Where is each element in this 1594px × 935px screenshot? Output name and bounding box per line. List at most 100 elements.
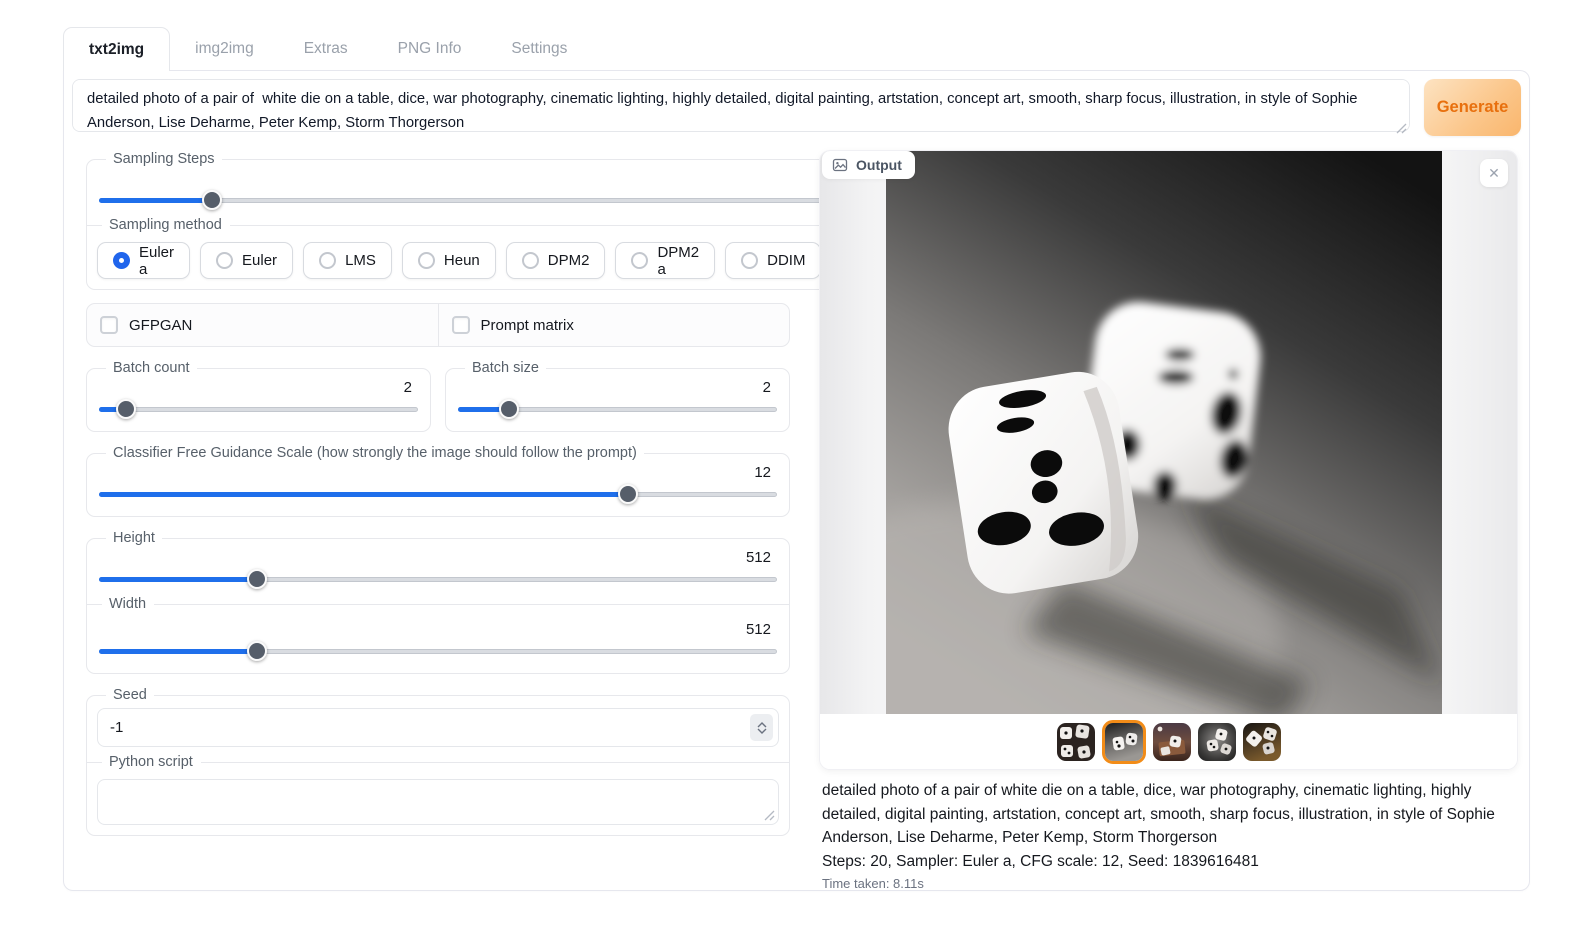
radio-icon [631, 252, 648, 269]
batch-count-group: Batch count 2 [86, 360, 431, 432]
close-icon[interactable]: ✕ [1480, 159, 1508, 187]
sampler-option-ddim[interactable]: DDIM [725, 242, 821, 279]
thumbnail-2-selected[interactable] [1102, 720, 1146, 764]
thumbnail-4[interactable] [1198, 723, 1236, 761]
sampler-option-euler-a[interactable]: Euler a [97, 242, 190, 279]
cfg-scale-value: 12 [97, 464, 779, 481]
settings-column: Sampling Steps 20 Sampling method Euler … [86, 151, 790, 891]
options-checkbox-row: GFPGAN Prompt matrix [86, 303, 790, 347]
cfg-scale-slider[interactable] [99, 484, 777, 504]
width-value: 512 [97, 621, 779, 638]
result-params: Steps: 20, Sampler: Euler a, CFG scale: … [822, 850, 1515, 874]
gfpgan-checkbox[interactable]: GFPGAN [87, 304, 438, 346]
resize-handle-icon[interactable] [764, 810, 775, 821]
slider-knob[interactable] [247, 641, 267, 661]
batch-size-group: Batch size 2 [445, 360, 790, 432]
sampler-option-dpm2-a[interactable]: DPM2 a [615, 242, 715, 279]
checkbox-icon [452, 316, 470, 334]
slider-fill [99, 577, 257, 582]
tab-txt2img[interactable]: txt2img [63, 27, 170, 71]
radio-icon [522, 252, 539, 269]
thumbnail-strip [820, 714, 1517, 769]
seed-input[interactable] [110, 719, 750, 736]
sampling-group: Sampling Steps 20 Sampling method Euler … [86, 151, 941, 290]
image-viewer [820, 151, 1517, 714]
seed-label: Seed [106, 687, 154, 703]
main-row: Sampling Steps 20 Sampling method Euler … [72, 151, 1521, 891]
radio-icon [741, 252, 758, 269]
prompt-matrix-checkbox[interactable]: Prompt matrix [438, 304, 790, 346]
output-label-chip: Output [822, 151, 915, 179]
resize-handle-icon[interactable] [1396, 123, 1407, 134]
slider-fill [99, 649, 257, 654]
slider-knob[interactable] [499, 399, 519, 419]
tab-extras[interactable]: Extras [279, 27, 373, 70]
generate-button[interactable]: Generate [1424, 79, 1521, 136]
slider-fill [99, 198, 212, 203]
image-icon [832, 157, 848, 173]
output-gallery: Output ✕ [820, 151, 1517, 769]
slider-track [99, 198, 928, 203]
width-label: Width [87, 596, 789, 612]
sampler-option-lms[interactable]: LMS [303, 242, 392, 279]
batch-count-label: Batch count [106, 360, 197, 376]
radio-icon [319, 252, 336, 269]
tab-bar: txt2img img2img Extras PNG Info Settings [63, 27, 1530, 70]
cfg-scale-label: Classifier Free Guidance Scale (how stro… [106, 445, 644, 461]
slider-knob[interactable] [116, 399, 136, 419]
batch-count-value: 2 [97, 379, 420, 396]
batch-size-value: 2 [456, 379, 779, 396]
slider-fill [458, 407, 509, 412]
slider-fill [99, 407, 126, 412]
seed-input-wrap [97, 708, 779, 747]
height-value: 512 [97, 549, 779, 566]
radio-selected-icon [113, 252, 130, 269]
thumbnail-1[interactable] [1057, 723, 1095, 761]
python-script-label: Python script [87, 754, 789, 770]
batch-size-label: Batch size [465, 360, 546, 376]
chevron-down-icon [757, 728, 767, 734]
sampling-steps-slider[interactable] [99, 190, 928, 210]
sampler-option-euler[interactable]: Euler [200, 242, 293, 279]
slider-track [99, 407, 418, 412]
sampling-method-label: Sampling method [87, 217, 940, 233]
time-taken: Time taken: 8.11s [822, 876, 1515, 891]
sampler-option-dpm2[interactable]: DPM2 [506, 242, 606, 279]
batch-count-slider[interactable] [99, 399, 418, 419]
seed-spinner[interactable] [750, 714, 773, 741]
sampler-option-heun[interactable]: Heun [402, 242, 496, 279]
thumbnail-5[interactable] [1243, 723, 1281, 761]
slider-fill [99, 492, 628, 497]
width-slider[interactable] [99, 641, 777, 661]
output-column: Output ✕ [820, 151, 1517, 891]
batch-row: Batch count 2 Batch size 2 [86, 360, 790, 445]
cfg-scale-group: Classifier Free Guidance Scale (how stro… [86, 445, 790, 517]
slider-knob[interactable] [247, 569, 267, 589]
seed-group: Seed Python script [86, 687, 790, 836]
result-info: detailed photo of a pair of white die on… [820, 779, 1517, 891]
slider-knob[interactable] [202, 190, 222, 210]
checkbox-icon [100, 316, 118, 334]
radio-icon [418, 252, 435, 269]
generated-image[interactable] [886, 151, 1442, 714]
result-caption: detailed photo of a pair of white die on… [822, 779, 1515, 850]
txt2img-panel: detailed photo of a pair of white die on… [63, 70, 1530, 891]
sampling-steps-label: Sampling Steps [106, 151, 222, 167]
thumbnail-3[interactable] [1153, 723, 1191, 761]
tab-img2img[interactable]: img2img [170, 27, 279, 70]
tab-settings[interactable]: Settings [486, 27, 592, 70]
height-label: Height [106, 530, 162, 546]
batch-size-slider[interactable] [458, 399, 777, 419]
prompt-row: detailed photo of a pair of white die on… [72, 79, 1521, 137]
radio-icon [216, 252, 233, 269]
python-script-input[interactable] [97, 779, 779, 825]
sampling-steps-value: 20 [97, 170, 930, 187]
txt2img-app: txt2img img2img Extras PNG Info Settings… [63, 27, 1530, 891]
dimensions-group: Height 512 Width 512 [86, 530, 790, 674]
height-slider[interactable] [99, 569, 777, 589]
tab-png-info[interactable]: PNG Info [373, 27, 487, 70]
prompt-input[interactable]: detailed photo of a pair of white die on… [72, 79, 1410, 132]
sampling-method-options: Euler a Euler LMS Heun [97, 242, 930, 279]
slider-knob[interactable] [618, 484, 638, 504]
dice-photo [886, 151, 1442, 714]
